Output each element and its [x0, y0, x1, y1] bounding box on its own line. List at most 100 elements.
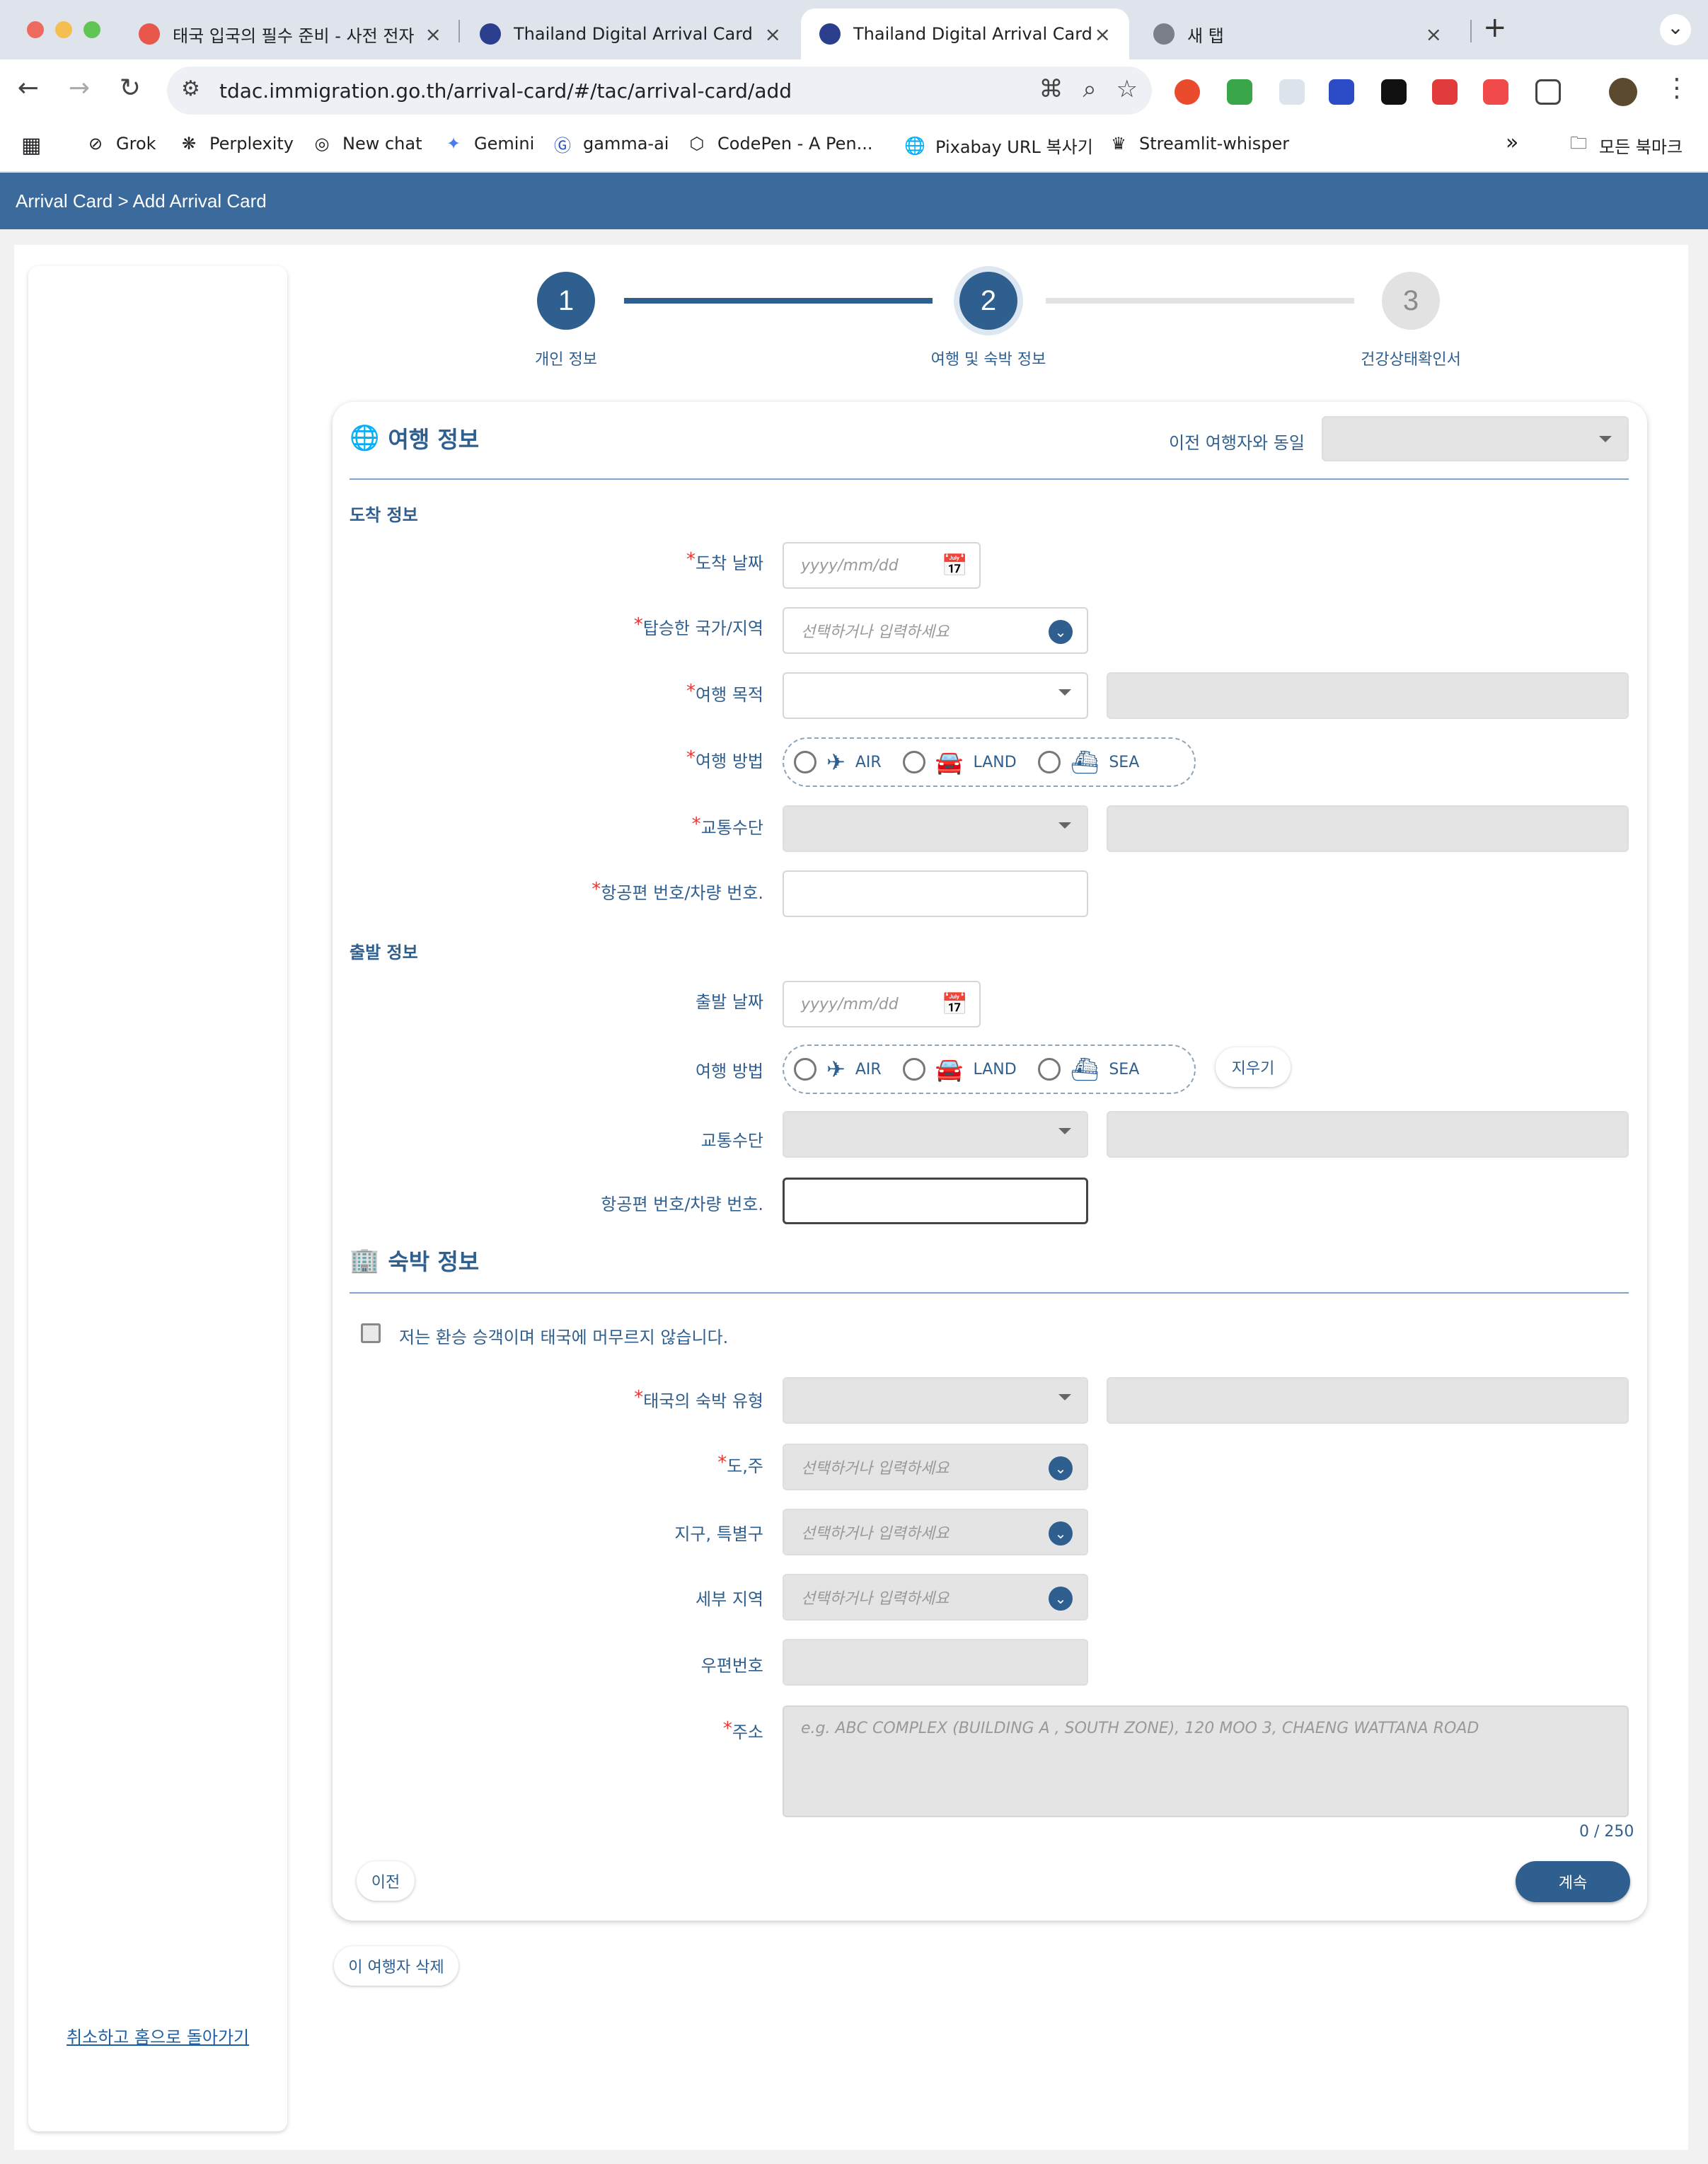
extension-1-icon[interactable] [1175, 79, 1200, 105]
all-bookmarks-folder[interactable]: 🗀 모든 북마크 [1568, 133, 1683, 158]
arrival-transport-other-input[interactable] [1107, 805, 1629, 852]
extension-6-icon[interactable] [1432, 79, 1458, 105]
travel-purpose-other-input[interactable] [1107, 672, 1629, 719]
bookmark-label: Gemini [474, 134, 535, 154]
chevron-down-icon[interactable]: ⌄ [1049, 1521, 1073, 1546]
transit-passenger-label[interactable]: 저는 환승 승객이며 태국에 머무르지 않습니다. [399, 1323, 728, 1348]
radio-land[interactable]: 🚘 LAND [902, 1056, 1017, 1083]
bookmarks-overflow-icon[interactable]: » [1506, 130, 1518, 155]
travel-mode-label: *여행 방법 [686, 747, 763, 771]
travel-purpose-select[interactable] [783, 672, 1088, 719]
chevron-down-icon[interactable]: ⌄ [1049, 1456, 1073, 1480]
translate-icon[interactable]: ⌘ [1039, 75, 1063, 103]
calendar-icon[interactable]: 📅 [942, 553, 968, 578]
previous-button[interactable]: 이전 [357, 1861, 415, 1901]
bookmark-codepen[interactable]: ⬡ CodePen - A Pen... [686, 133, 873, 154]
address-textarea[interactable]: e.g. ABC COMPLEX (BUILDING A , SOUTH ZON… [783, 1705, 1629, 1817]
departure-date-input[interactable]: yyyy/mm/dd 📅 [783, 981, 981, 1028]
departure-transport-other-input[interactable] [1107, 1111, 1629, 1158]
chevron-down-icon[interactable]: ⌄ [1049, 620, 1073, 644]
close-tab-icon[interactable]: × [765, 23, 781, 46]
apps-grid-icon[interactable]: ▦ [21, 133, 41, 158]
reload-icon[interactable]: ↻ [113, 74, 147, 103]
browser-tab-1[interactable]: 태국 입국의 필수 준비 - 사전 전자 × [120, 8, 460, 59]
bookmark-streamlit[interactable]: ♛ Streamlit-whisper [1108, 133, 1289, 154]
radio-button[interactable] [794, 1058, 817, 1081]
tab-title: 태국 입국의 필수 준비 - 사전 전자 [173, 25, 415, 46]
arrival-date-input[interactable]: yyyy/mm/dd 📅 [783, 542, 981, 589]
radio-land[interactable]: 🚘 LAND [902, 749, 1017, 776]
continue-button[interactable]: 계속 [1516, 1861, 1630, 1902]
accommodation-type-other-input[interactable] [1107, 1377, 1629, 1424]
window-zoom-button[interactable] [83, 21, 100, 38]
step-2-circle[interactable]: 2 [959, 272, 1017, 330]
bookmark-pixabay[interactable]: 🌐 Pixabay URL 복사기 [904, 133, 1093, 158]
departure-transport-select[interactable] [783, 1111, 1088, 1158]
radio-air[interactable]: ✈ AIR [794, 749, 882, 776]
window-close-button[interactable] [27, 21, 44, 38]
bookmark-perplexity[interactable]: ❋ Perplexity [178, 133, 294, 154]
bookmark-gemini[interactable]: ✦ Gemini [443, 133, 534, 154]
extension-2-icon[interactable] [1227, 79, 1252, 105]
subdistrict-label: 세부 지역 [696, 1585, 763, 1610]
tab-search-icon[interactable]: ⌄ [1660, 14, 1691, 45]
tab-title: Thailand Digital Arrival Card [514, 24, 753, 44]
radio-button[interactable] [1037, 751, 1061, 773]
browser-tab-4[interactable]: 새 탭 × [1135, 8, 1460, 59]
arrival-flight-number-input[interactable] [783, 870, 1088, 917]
bookmark-new-chat[interactable]: ◎ New chat [311, 133, 422, 154]
radio-sea[interactable]: ⛴ SEA [1037, 1056, 1139, 1083]
arrival-transport-select[interactable] [783, 805, 1088, 852]
browser-menu-icon[interactable]: ⋮ [1664, 74, 1690, 103]
boarded-country-select[interactable]: 선택하거나 입력하세요 ⌄ [783, 607, 1088, 654]
placeholder-text: 선택하거나 입력하세요 [801, 1460, 950, 1478]
subdistrict-select[interactable]: 선택하거나 입력하세요 ⌄ [783, 1574, 1088, 1621]
bookmark-label: Grok [116, 134, 156, 154]
profile-avatar[interactable] [1609, 78, 1637, 106]
extension-3-icon[interactable] [1279, 79, 1305, 105]
radio-button[interactable] [902, 1058, 925, 1081]
forward-icon[interactable]: → [62, 74, 96, 103]
browser-tab-3-active[interactable]: Thailand Digital Arrival Card × [801, 8, 1129, 59]
radio-button[interactable] [1037, 1058, 1061, 1081]
close-tab-icon[interactable]: × [1095, 23, 1111, 46]
departure-flight-number-input[interactable] [783, 1178, 1088, 1224]
postcode-input[interactable] [783, 1639, 1088, 1686]
back-icon[interactable]: ← [11, 74, 45, 103]
address-bar[interactable]: ⚙ tdac.immigration.go.th/arrival-card/#/… [167, 67, 1152, 115]
province-select[interactable]: 선택하거나 입력하세요 ⌄ [783, 1444, 1088, 1490]
bookmark-star-icon[interactable]: ☆ [1116, 75, 1138, 103]
zoom-icon[interactable]: ⌕ [1083, 75, 1096, 103]
close-tab-icon[interactable]: × [1426, 23, 1442, 46]
radio-air[interactable]: ✈ AIR [794, 1056, 882, 1083]
browser-tab-2[interactable]: Thailand Digital Arrival Card × [461, 8, 800, 59]
window-minimize-button[interactable] [55, 21, 72, 38]
site-settings-icon[interactable]: ⚙ [181, 76, 200, 101]
step-1-circle[interactable]: 1 [537, 272, 595, 330]
step-1-label: 개인 정보 [535, 351, 597, 369]
bookmark-grok[interactable]: ⊘ Grok [85, 133, 156, 154]
bookmark-gamma[interactable]: Ⓖ gamma-ai [552, 133, 669, 156]
extension-7-icon[interactable] [1483, 79, 1508, 105]
cancel-home-link[interactable]: 취소하고 홈으로 돌아가기 [67, 2023, 249, 2048]
clear-mode-button[interactable]: 지우기 [1216, 1047, 1291, 1087]
step-3-circle[interactable]: 3 [1382, 272, 1440, 330]
close-tab-icon[interactable]: × [425, 23, 442, 46]
tab-favicon [480, 23, 501, 45]
extension-5-icon[interactable] [1381, 79, 1407, 105]
radio-button[interactable] [902, 751, 925, 773]
browser-tab-strip: 태국 입국의 필수 준비 - 사전 전자 × Thailand Digital … [0, 0, 1708, 59]
calendar-icon[interactable]: 📅 [942, 992, 968, 1017]
extension-4-icon[interactable] [1329, 79, 1354, 105]
transit-passenger-checkbox[interactable] [361, 1323, 381, 1343]
accommodation-type-select[interactable] [783, 1377, 1088, 1424]
same-as-previous-select[interactable] [1322, 416, 1629, 461]
delete-traveler-button[interactable]: 이 여행자 삭제 [334, 1946, 458, 1986]
label-text: 태국의 숙박 유형 [643, 1391, 763, 1411]
radio-button[interactable] [794, 751, 817, 773]
extensions-puzzle-icon[interactable] [1535, 79, 1561, 105]
radio-sea[interactable]: ⛴ SEA [1037, 749, 1139, 776]
chevron-down-icon[interactable]: ⌄ [1049, 1587, 1073, 1611]
district-select[interactable]: 선택하거나 입력하세요 ⌄ [783, 1509, 1088, 1555]
new-tab-icon[interactable]: + [1483, 11, 1507, 44]
